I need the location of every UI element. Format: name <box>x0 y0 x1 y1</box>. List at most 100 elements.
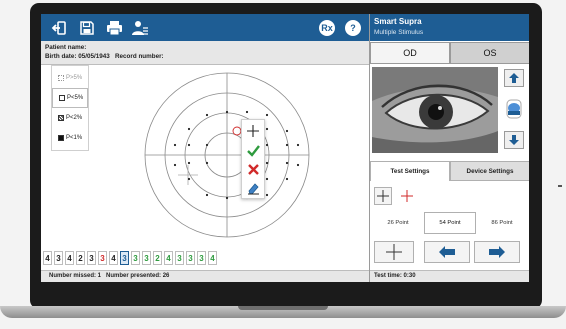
test-point[interactable] <box>205 161 209 165</box>
test-point[interactable] <box>205 193 209 197</box>
visual-field-plot <box>41 65 369 247</box>
test-point[interactable] <box>173 143 177 147</box>
exit-button[interactable] <box>49 18 69 38</box>
pattern-26-point[interactable]: 26 Point <box>372 212 424 234</box>
reject-button[interactable] <box>242 160 264 179</box>
test-point[interactable] <box>187 127 191 131</box>
test-point[interactable] <box>296 163 300 167</box>
birth-date-label: Birth date: 05/05/1943 <box>45 53 110 60</box>
crosshair-icon <box>377 190 389 202</box>
save-icon <box>80 21 94 35</box>
test-point[interactable] <box>173 163 177 167</box>
response-digit[interactable]: 3 <box>186 251 195 265</box>
app-screen: Rx ? Patient name: Birth date: 05/05/194… <box>41 14 529 282</box>
record-number-label: Record number: <box>115 53 164 60</box>
response-digit[interactable]: 3 <box>197 251 206 265</box>
test-point[interactable] <box>245 110 249 114</box>
crosshair-button[interactable] <box>242 121 264 140</box>
print-button[interactable] <box>104 18 124 38</box>
target-black-button[interactable] <box>374 187 392 205</box>
crosshair-icon <box>247 124 259 137</box>
response-digit[interactable]: 3 <box>98 251 107 265</box>
tab-test-settings[interactable]: Test Settings <box>370 161 450 181</box>
black-square-icon <box>58 135 64 141</box>
selected-point-ring <box>232 126 242 136</box>
test-point[interactable] <box>285 161 289 165</box>
legend-item-p-lt-5[interactable]: P<5% <box>52 88 88 108</box>
test-point[interactable] <box>187 143 191 147</box>
left-panel: Rx ? Patient name: Birth date: 05/05/194… <box>41 14 369 282</box>
patient-button[interactable] <box>130 18 150 38</box>
rx-button[interactable]: Rx <box>319 20 335 36</box>
response-digit[interactable]: 3 <box>120 251 129 265</box>
previous-button[interactable] <box>424 241 470 263</box>
arrow-left-icon <box>439 246 455 258</box>
fixation-target-button[interactable] <box>374 241 414 263</box>
move-up-button[interactable] <box>504 69 524 87</box>
pattern-86-point[interactable]: 86 Point <box>476 212 528 234</box>
test-point[interactable] <box>187 161 191 165</box>
response-digit[interactable]: 4 <box>43 251 52 265</box>
camera-controls <box>500 67 528 153</box>
erase-button[interactable] <box>242 179 264 198</box>
test-point[interactable] <box>225 196 229 200</box>
test-point[interactable] <box>205 143 209 147</box>
response-digit[interactable]: 4 <box>65 251 74 265</box>
presentation-stats: Number missed: 1 Number presented: 26 <box>49 273 170 279</box>
pattern-54-point[interactable]: 54 Point <box>424 212 476 234</box>
response-digit[interactable]: 3 <box>87 251 96 265</box>
target-red-button[interactable] <box>398 187 416 205</box>
response-digit[interactable]: 4 <box>208 251 217 265</box>
accept-button[interactable] <box>242 141 264 160</box>
laptop-notch <box>238 306 328 310</box>
legend-item-p-gt-5[interactable]: P>5% <box>52 68 88 88</box>
test-point[interactable] <box>285 143 289 147</box>
test-point[interactable] <box>265 113 269 117</box>
response-digit-strip: 4342334333243334 <box>41 251 217 267</box>
legend-label: P<1% <box>66 135 83 141</box>
test-point[interactable] <box>265 161 269 165</box>
check-icon <box>246 144 260 157</box>
legend-item-p-lt-1[interactable]: P<1% <box>52 128 88 148</box>
test-point[interactable] <box>265 143 269 147</box>
test-point[interactable] <box>187 177 191 181</box>
help-icon: ? <box>350 23 356 33</box>
status-bar-left: Number missed: 1 Number presented: 26 <box>41 270 369 282</box>
point-context-menu <box>241 119 265 199</box>
eye-os-button[interactable]: OS <box>450 42 529 64</box>
help-button[interactable]: ? <box>345 20 361 36</box>
legend-label: P<5% <box>67 95 84 101</box>
eye-view-button[interactable] <box>504 99 524 119</box>
crosshair-icon <box>386 244 402 260</box>
test-point[interactable] <box>265 193 269 197</box>
eye-od-button[interactable]: OD <box>370 42 450 64</box>
save-button[interactable] <box>77 18 97 38</box>
field-grid <box>144 72 310 238</box>
response-digit[interactable]: 3 <box>54 251 63 265</box>
response-digit[interactable]: 3 <box>142 251 151 265</box>
response-digit[interactable]: 2 <box>153 251 162 265</box>
test-point[interactable] <box>225 110 229 114</box>
move-down-button[interactable] <box>504 131 524 149</box>
test-point[interactable] <box>296 143 300 147</box>
next-button[interactable] <box>474 241 520 263</box>
print-icon <box>106 21 122 36</box>
legend-label: P<2% <box>66 115 83 121</box>
status-bar-right: Test time: 0:30 <box>370 270 529 282</box>
response-digit[interactable]: 3 <box>131 251 140 265</box>
response-digit[interactable]: 3 <box>175 251 184 265</box>
test-point[interactable] <box>265 177 269 181</box>
legend-item-p-lt-2[interactable]: P<2% <box>52 108 88 128</box>
test-point[interactable] <box>265 127 269 131</box>
right-panel: Smart Supra Multiple Stimulus OD OS Test… <box>369 14 529 282</box>
response-digit[interactable]: 2 <box>76 251 85 265</box>
test-point[interactable] <box>285 129 289 133</box>
test-type: Multiple Stimulus <box>374 29 424 36</box>
test-point[interactable] <box>285 177 289 181</box>
tab-device-settings[interactable]: Device Settings <box>450 161 529 181</box>
response-digit[interactable]: 4 <box>164 251 173 265</box>
light-square-icon <box>59 95 65 101</box>
response-digit[interactable]: 4 <box>109 251 118 265</box>
dotted-square-icon <box>58 75 64 81</box>
test-point[interactable] <box>205 113 209 117</box>
